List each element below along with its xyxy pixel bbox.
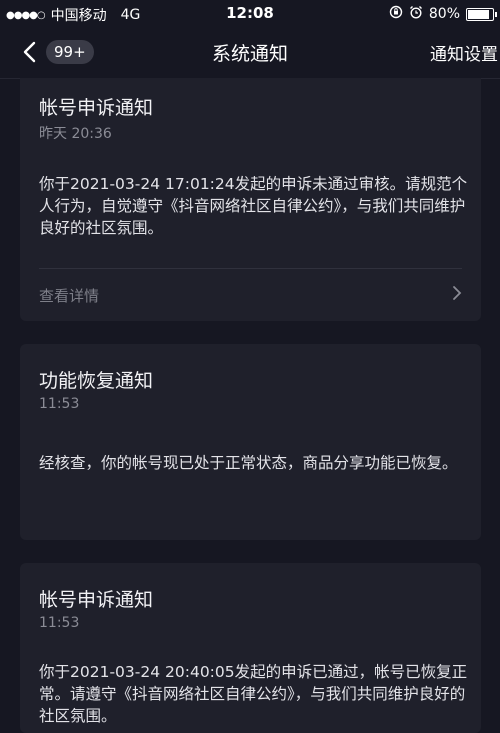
notification-time: 11:53	[39, 396, 80, 412]
notification-title: 帐号申诉通知	[39, 589, 154, 611]
notification-time: 昨天 20:36	[39, 126, 112, 142]
notification-card: 帐号申诉通知 11:53 你于2021-03-24 20:40:05发起的申诉已…	[20, 563, 481, 733]
page-title: 系统通知	[211, 43, 288, 65]
notification-card: 帐号申诉通知 昨天 20:36 你于2021-03-24 17:01:24发起的…	[20, 78, 481, 321]
card-divider	[39, 268, 462, 269]
status-bar: ●●●●○ 中国移动 4G 12:08 80%	[0, 0, 500, 26]
chevron-right-icon	[452, 285, 462, 305]
view-details-label: 查看详情	[39, 287, 100, 305]
notification-time: 11:53	[39, 615, 80, 631]
notification-title: 功能恢复通知	[39, 370, 154, 392]
notification-body: 你于2021-03-24 20:40:05发起的申诉已通过，帐号已恢复正常。请遵…	[39, 663, 468, 725]
notification-card: 功能恢复通知 11:53 经核查，你的帐号现已处于正常状态，商品分享功能已恢复。	[20, 344, 481, 540]
battery-icon	[466, 7, 497, 21]
battery-percent: 80%	[428, 6, 460, 22]
notification-body: 你于2021-03-24 17:01:24发起的申诉未通过审核。请规范个人行为，…	[39, 175, 468, 237]
battery-fill	[468, 9, 489, 19]
alarm-icon	[409, 5, 423, 23]
rotation-lock-icon	[389, 5, 403, 23]
nav-bar: 99+ 系统通知 通知设置	[0, 26, 500, 79]
notification-settings-link[interactable]: 通知设置	[430, 40, 498, 65]
view-details-link[interactable]: 查看详情	[39, 285, 462, 307]
notification-body: 经核查，你的帐号现已处于正常状态，商品分享功能已恢复。	[39, 454, 458, 472]
notification-title: 帐号申诉通知	[39, 97, 154, 119]
